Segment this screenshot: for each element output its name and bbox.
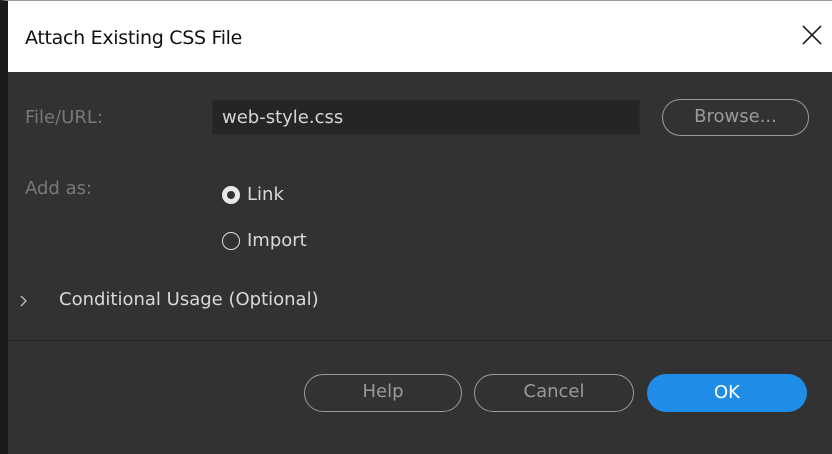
title-bar: Attach Existing CSS File xyxy=(8,1,832,72)
file-url-input[interactable] xyxy=(212,100,640,135)
ok-button[interactable]: OK xyxy=(647,374,807,412)
browse-button[interactable]: Browse... xyxy=(662,99,809,136)
close-button[interactable] xyxy=(798,21,826,49)
conditional-usage-label: Conditional Usage (Optional) xyxy=(59,289,319,310)
conditional-usage-expander[interactable]: Conditional Usage (Optional) xyxy=(8,286,832,316)
divider xyxy=(8,340,832,341)
add-as-label: Add as: xyxy=(25,178,93,199)
radio-import-label: Import xyxy=(247,230,307,251)
radio-link-indicator xyxy=(222,185,240,204)
radio-import[interactable]: Import xyxy=(222,230,307,251)
dialog-content: File/URL: Browse... Add as: Link Import … xyxy=(8,72,832,454)
cancel-button[interactable]: Cancel xyxy=(474,374,634,412)
file-url-label: File/URL: xyxy=(25,107,103,128)
radio-link-label: Link xyxy=(247,184,284,205)
dialog-title: Attach Existing CSS File xyxy=(25,27,243,49)
dialog-window: Attach Existing CSS File File/URL: Brows… xyxy=(0,0,832,454)
help-button[interactable]: Help xyxy=(304,374,462,412)
chevron-right-icon xyxy=(20,295,27,307)
radio-link[interactable]: Link xyxy=(222,184,284,205)
close-icon xyxy=(802,25,822,45)
radio-import-indicator xyxy=(222,231,240,250)
